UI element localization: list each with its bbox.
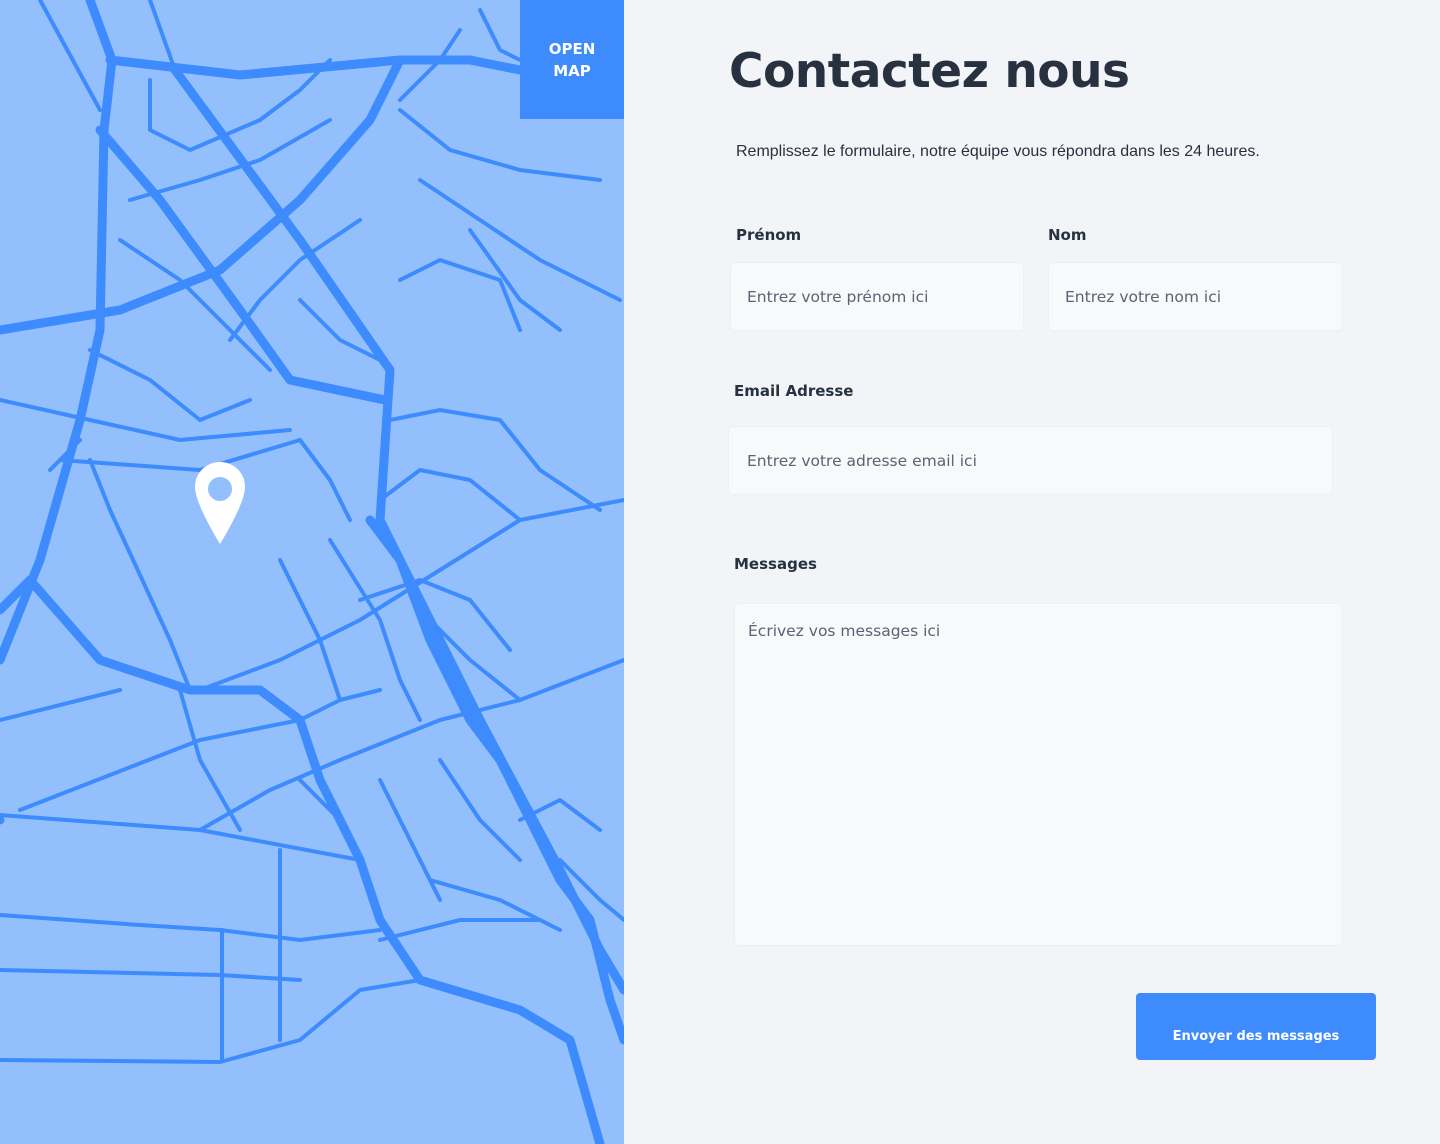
- open-map-label-line1: OPEN: [548, 39, 596, 58]
- last-name-label: Nom: [1048, 226, 1087, 244]
- message-label: Messages: [734, 555, 817, 573]
- email-label: Email Adresse: [734, 382, 854, 400]
- location-pin-icon[interactable]: [194, 460, 246, 546]
- open-map-label-line2: MAP: [553, 61, 591, 80]
- open-map-button[interactable]: OPEN MAP: [520, 0, 624, 119]
- page-title: Contactez nous: [729, 44, 1130, 99]
- form-subtitle: Remplissez le formulaire, notre équipe v…: [736, 143, 1260, 160]
- map-panel[interactable]: OPEN MAP: [0, 0, 624, 1144]
- last-name-field[interactable]: [1048, 262, 1343, 331]
- send-messages-button[interactable]: Envoyer des messages: [1136, 993, 1376, 1060]
- message-field[interactable]: [734, 603, 1343, 946]
- email-field[interactable]: [728, 426, 1333, 495]
- street-map: [0, 0, 624, 1144]
- first-name-field[interactable]: [730, 262, 1024, 331]
- contact-form-panel: Contactez nous Remplissez le formulaire,…: [624, 0, 1440, 1144]
- first-name-label: Prénom: [736, 226, 802, 244]
